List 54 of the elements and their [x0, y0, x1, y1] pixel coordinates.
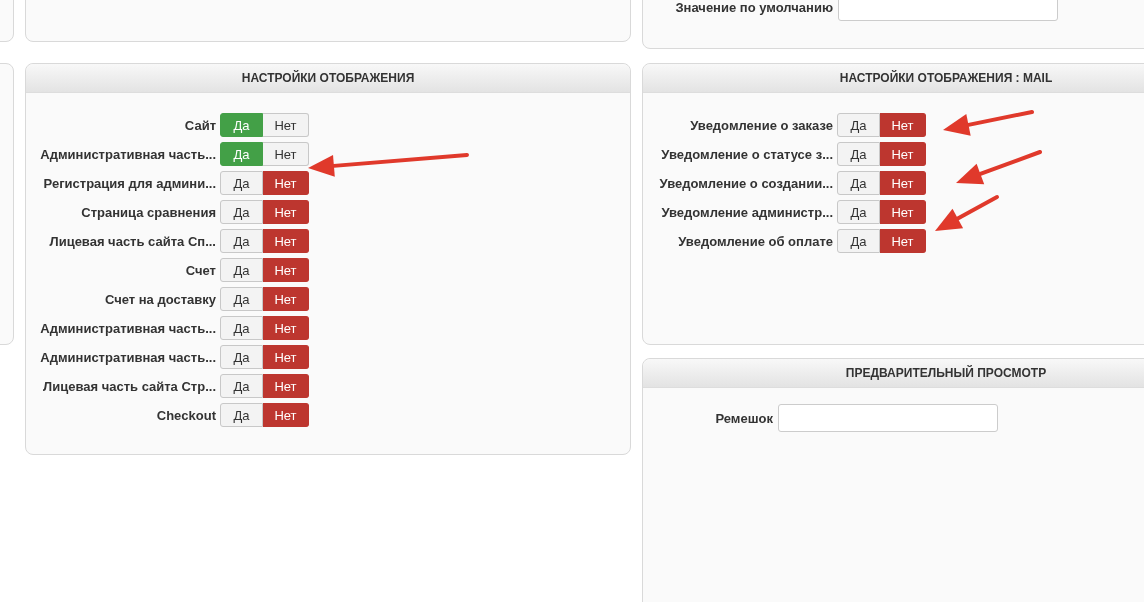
panel-title: НАСТРОЙКИ ОТОБРАЖЕНИЯ : MAIL [839, 71, 1053, 85]
setting-label: Уведомление об оплате [677, 233, 833, 249]
toggle-option[interactable]: Нет [263, 374, 309, 398]
toggle-option[interactable]: Да [837, 229, 880, 253]
toggle-option[interactable]: Да [220, 287, 263, 311]
setting-label: Checkout [155, 407, 216, 423]
toggle-option[interactable]: Нет [880, 200, 926, 224]
toggle-option[interactable]: Нет [263, 287, 309, 311]
toggle-option[interactable]: Нет [263, 200, 309, 224]
setting-label: Уведомление администр... [660, 204, 833, 220]
setting-label: Уведомление о создании... [658, 175, 833, 191]
annotation-arrow [935, 195, 999, 231]
setting-label: Административная часть... [39, 349, 216, 365]
toggle-option[interactable]: Да [220, 403, 263, 427]
panel-title: ПРЕДВАРИТЕЛЬНЫЙ ПРОСМОТР [845, 366, 1047, 380]
toggle-option[interactable]: Да [220, 229, 263, 253]
toggle-option[interactable]: Нет [263, 403, 309, 427]
toggle-option[interactable]: Да [220, 200, 263, 224]
panel-title: НАСТРОЙКИ ОТОБРАЖЕНИЯ [241, 71, 415, 85]
input-field[interactable] [778, 404, 998, 432]
toggle-option[interactable]: Нет [880, 113, 926, 137]
setting-label: Счет на доставку [103, 291, 216, 307]
setting-label: Лицевая часть сайта Сп... [48, 233, 216, 249]
toggle-option[interactable]: Да [220, 374, 263, 398]
toggle-option[interactable]: Да [220, 316, 263, 340]
setting-label: Административная часть... [39, 320, 216, 336]
toggle-option[interactable]: Да [837, 200, 880, 224]
setting-label: Сайт [183, 117, 216, 133]
toggle-option[interactable]: Да [837, 113, 880, 137]
setting-label: Лицевая часть сайта Стр... [42, 378, 216, 394]
toggle-option[interactable]: Нет [263, 345, 309, 369]
toggle-option[interactable]: Нет [263, 171, 309, 195]
toggle-option[interactable]: Да [220, 345, 263, 369]
toggle-option[interactable]: Да [220, 171, 263, 195]
setting-label: Уведомление о статусе з... [660, 146, 833, 162]
toggle-option[interactable]: Нет [263, 316, 309, 340]
toggle-option[interactable]: Нет [263, 258, 309, 282]
field-label: Значение по умолчанию [674, 0, 833, 15]
toggle-option[interactable]: Да [220, 258, 263, 282]
toggle-option[interactable]: Нет [880, 142, 926, 166]
toggle-option[interactable]: Нет [880, 229, 926, 253]
setting-label: Страница сравнения [80, 204, 216, 220]
input-field[interactable] [838, 0, 1058, 21]
toggle-option[interactable]: Да [837, 171, 880, 195]
setting-label: Счет [184, 262, 216, 278]
setting-label: Административная часть... [39, 146, 216, 162]
toggle-option[interactable]: Нет [263, 229, 309, 253]
toggle-option[interactable]: Нет [880, 171, 926, 195]
toggle-option[interactable]: Нет [263, 113, 309, 137]
toggle-option[interactable]: Нет [263, 142, 309, 166]
setting-label: Регистрация для админи... [42, 175, 216, 191]
setting-label: Уведомление о заказе [689, 117, 833, 133]
field-label: Ремешок [714, 410, 773, 426]
toggle-option[interactable]: Да [837, 142, 880, 166]
